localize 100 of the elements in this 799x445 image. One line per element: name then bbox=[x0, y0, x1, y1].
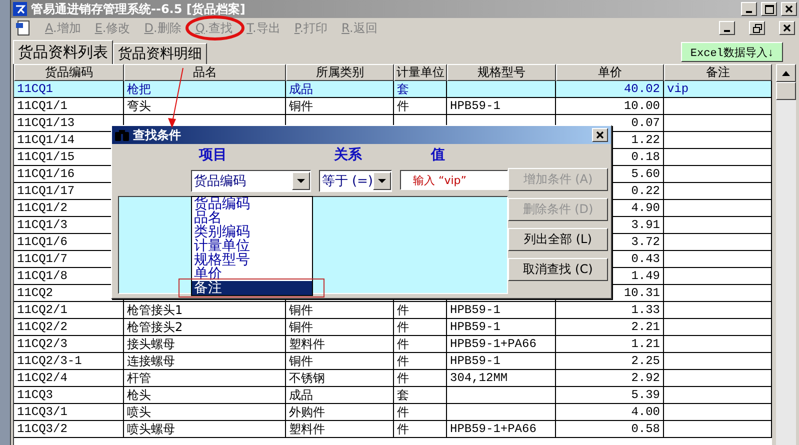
table-cell: 件 bbox=[394, 370, 447, 387]
scrollbar[interactable] bbox=[776, 64, 796, 445]
table-cell: 2.92 bbox=[556, 370, 664, 387]
value-field[interactable]: 输入 “vip” bbox=[400, 170, 508, 190]
table-cell: 2.21 bbox=[556, 319, 664, 336]
column-label: 值 bbox=[431, 146, 445, 164]
table-cell: 件 bbox=[394, 421, 447, 438]
table-cell: 枪把 bbox=[124, 81, 286, 98]
arrow-annotation bbox=[168, 68, 184, 128]
table-cell: 11CQ3 bbox=[14, 387, 124, 404]
table-cell: 成品 bbox=[286, 387, 394, 404]
table-cell: 11CQ2/2 bbox=[14, 319, 124, 336]
dropdown-arrow-icon bbox=[378, 179, 386, 183]
close-icon bbox=[785, 5, 793, 13]
table-cell: HPB59-1 bbox=[447, 302, 556, 319]
table-cell: 塑料件 bbox=[286, 336, 394, 353]
table-cell: 40.02 bbox=[556, 81, 664, 98]
restore-icon bbox=[752, 24, 762, 32]
tab[interactable]: 货品资料列表 bbox=[13, 40, 113, 64]
table-cell: 铜件 bbox=[286, 319, 394, 336]
table-cell: 套 bbox=[394, 81, 447, 98]
excel-import-button[interactable]: Excel数据导入↓ bbox=[681, 42, 783, 62]
item-dropdown[interactable]: 货品编码 bbox=[191, 170, 311, 192]
window-title: 管易通进销存管理系统--6.5 [货品档案] bbox=[31, 0, 246, 18]
table-cell: 铜件 bbox=[286, 353, 394, 370]
close-icon bbox=[783, 24, 791, 32]
table-cell: 1.21 bbox=[556, 336, 664, 353]
table-cell: 不锈钢 bbox=[286, 370, 394, 387]
maximize-icon bbox=[764, 4, 774, 14]
table-cell: vip bbox=[664, 81, 772, 98]
table-cell: 件 bbox=[394, 336, 447, 353]
maximize-button[interactable] bbox=[761, 2, 777, 16]
dropdown-arrow-icon bbox=[296, 179, 305, 183]
table-cell: 件 bbox=[394, 302, 447, 319]
table-cell: HPB59-1 bbox=[447, 98, 556, 115]
table-cell: 1.33 bbox=[556, 302, 664, 319]
dialog-button[interactable]: 取消查找 (C) bbox=[508, 258, 608, 281]
table-cell: 连接螺母 bbox=[124, 353, 286, 370]
table-cell: 11CQ2/3-1 bbox=[14, 353, 124, 370]
table-cell: 11CQ1/1 bbox=[14, 98, 124, 115]
column-label: 项目 bbox=[199, 146, 227, 164]
table-cell: 0.58 bbox=[556, 421, 664, 438]
table-cell: 4.00 bbox=[556, 404, 664, 421]
column-header[interactable]: 货品编码 bbox=[14, 64, 124, 81]
table-cell: 弯头 bbox=[124, 98, 286, 115]
table-cell: 11CQ1 bbox=[14, 81, 124, 98]
table-cell: 11CQ1/13 bbox=[14, 115, 124, 132]
minimize-button[interactable] bbox=[719, 21, 735, 35]
table-cell: 铜件 bbox=[286, 302, 394, 319]
table-cell: 枪管接头1 bbox=[124, 302, 286, 319]
table-cell: 11CQ2/1 bbox=[14, 302, 124, 319]
table-cell: 件 bbox=[394, 353, 447, 370]
table-cell: 11CQ2/3 bbox=[14, 336, 124, 353]
scroll-thumb[interactable] bbox=[776, 82, 796, 100]
restore-button[interactable] bbox=[749, 21, 765, 35]
up-arrow-icon bbox=[782, 70, 790, 76]
table-cell: 枪头 bbox=[124, 387, 286, 404]
table-cell: 枪管接头2 bbox=[124, 319, 286, 336]
binoculars-icon bbox=[115, 129, 129, 141]
table-cell: 10.00 bbox=[556, 98, 664, 115]
close-button[interactable] bbox=[592, 128, 608, 142]
column-label: 关系 bbox=[334, 146, 362, 164]
table-cell: 11CQ2/4 bbox=[14, 370, 124, 387]
table-cell: HPB59-1+PA66 bbox=[447, 336, 556, 353]
table-cell: 11CQ3/1 bbox=[14, 404, 124, 421]
close-icon bbox=[596, 131, 604, 139]
table-cell: HPB59-1 bbox=[447, 353, 556, 370]
table-cell: 件 bbox=[394, 404, 447, 421]
table-cell: 2.25 bbox=[556, 353, 664, 370]
column-header[interactable]: 品名 bbox=[124, 64, 286, 81]
app-icon bbox=[13, 2, 27, 16]
dialog-button[interactable]: 列出全部 (L) bbox=[508, 228, 608, 251]
table-cell: 喷头 bbox=[124, 404, 286, 421]
table-cell: 接头螺母 bbox=[124, 336, 286, 353]
table-cell: 外购件 bbox=[286, 404, 394, 421]
table-cell: 套 bbox=[394, 387, 447, 404]
table-cell: 304,12MM bbox=[447, 370, 556, 387]
table-cell: HPB59-1+PA66 bbox=[447, 421, 556, 438]
minimize-button[interactable] bbox=[741, 2, 757, 16]
column-header[interactable]: 备注 bbox=[664, 64, 772, 81]
table-cell: 塑料件 bbox=[286, 421, 394, 438]
table-cell: HPB59-1 bbox=[447, 319, 556, 336]
column-header[interactable]: 单价 bbox=[556, 64, 664, 81]
table-cell: 喷头螺母 bbox=[124, 421, 286, 438]
table-cell: 铜件 bbox=[286, 98, 394, 115]
table-cell: 11CQ3/2 bbox=[14, 421, 124, 438]
close-button[interactable] bbox=[781, 2, 797, 16]
column-header[interactable]: 计量单位 bbox=[394, 64, 447, 81]
table-cell: 件 bbox=[394, 319, 447, 336]
table-cell: 5.39 bbox=[556, 387, 664, 404]
column-header[interactable]: 规格型号 bbox=[447, 64, 556, 81]
document-icon bbox=[15, 20, 31, 36]
close-button[interactable] bbox=[779, 21, 795, 35]
column-header[interactable]: 所属类别 bbox=[286, 64, 394, 81]
table-cell: 成品 bbox=[286, 81, 394, 98]
table-cell: 件 bbox=[394, 98, 447, 115]
relation-dropdown[interactable]: 等于 (=) bbox=[318, 170, 392, 192]
dialog-title: 查找条件 bbox=[133, 126, 182, 144]
dropdown-option[interactable]: 备注 bbox=[192, 281, 312, 295]
tab[interactable]: 货品资料明细 bbox=[113, 43, 207, 64]
